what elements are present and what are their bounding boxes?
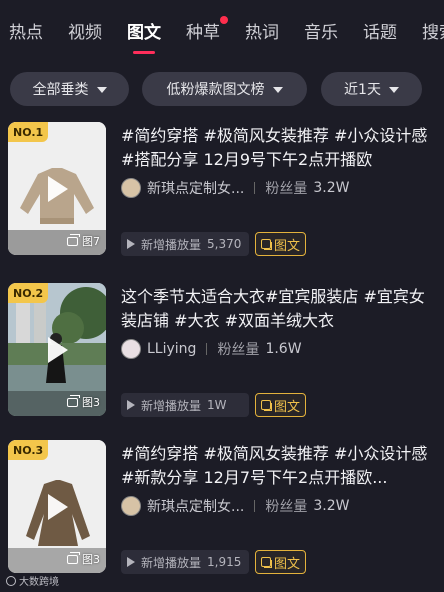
- rank-badge: NO.1: [8, 122, 49, 142]
- type-tag: 图文: [255, 232, 307, 256]
- period-filter-dropdown[interactable]: 近1天: [321, 72, 422, 106]
- avatar[interactable]: [121, 496, 141, 516]
- play-outline-icon: [127, 400, 135, 410]
- author-row: LLiying 粉丝量 1.6W: [121, 339, 302, 359]
- tab-grass[interactable]: 种草: [186, 16, 228, 48]
- divider: [206, 343, 208, 355]
- category-filter-dropdown[interactable]: 全部垂类: [10, 72, 129, 106]
- tab-hot[interactable]: 热点: [9, 18, 43, 48]
- plays-value: 5,370: [207, 237, 242, 251]
- type-tag-label: 图文: [274, 399, 301, 415]
- post-title[interactable]: 这个季节太适合大衣#宜宾服装店 #宜宾女装店铺 #大衣 #双面羊绒大衣: [121, 285, 435, 333]
- tab-music[interactable]: 音乐: [304, 18, 338, 48]
- tab-topic[interactable]: 话题: [363, 18, 397, 48]
- rank-badge: NO.3: [8, 440, 49, 460]
- active-tab-underline: [133, 51, 155, 54]
- watermark-logo-icon: [6, 575, 16, 586]
- post-title[interactable]: #简约穿搭 #极简风女装推荐 #小众设计感 #新款分享 12月7号下午2点开播欧…: [121, 442, 435, 490]
- image-text-icon: [261, 557, 272, 568]
- image-count: 图3: [67, 551, 100, 567]
- plays-label: 新增播放量: [141, 398, 202, 413]
- plays-stat: 新增播放量 5,370: [121, 232, 249, 256]
- play-icon: [48, 337, 68, 363]
- tab-image-text-label: 图文: [127, 23, 161, 43]
- list-item[interactable]: NO.1 图7 #简约穿搭 #极简风女装推荐 #小众设计感 #搭配分享 12月9…: [0, 122, 444, 278]
- image-count-label: 图7: [82, 235, 100, 248]
- category-filter-label: 全部垂类: [32, 82, 89, 98]
- divider: [254, 500, 256, 512]
- chevron-down-icon: [96, 87, 107, 93]
- plays-label: 新增播放量: [141, 555, 202, 570]
- list-filter-label: 低粉爆款图文榜: [166, 82, 265, 98]
- author-name[interactable]: LLiying: [147, 341, 196, 357]
- tab-video[interactable]: 视频: [68, 18, 102, 48]
- author-row: 新琪点定制女... 粉丝量 3.2W: [121, 178, 349, 198]
- image-count-label: 图3: [82, 553, 100, 566]
- stats-row: 新增播放量 1W 图文: [121, 393, 307, 417]
- chevron-down-icon: [272, 87, 283, 93]
- list-item[interactable]: NO.3 图3 #简约穿搭 #极简风女装推荐 #小众设计感 #新款分享 12月7…: [0, 440, 444, 592]
- play-icon: [48, 494, 68, 520]
- fans-label: 粉丝量: [265, 499, 308, 515]
- image-text-icon: [261, 400, 272, 411]
- play-icon: [48, 176, 68, 202]
- stats-row: 新增播放量 5,370 图文: [121, 232, 307, 256]
- type-tag-label: 图文: [274, 556, 301, 572]
- avatar[interactable]: [121, 339, 141, 359]
- plays-value: 1W: [207, 398, 227, 412]
- fans-label: 粉丝量: [265, 181, 308, 197]
- watermark-label: 大数跨境: [19, 577, 59, 588]
- gallery-icon: [67, 551, 80, 564]
- tab-search[interactable]: 搜索: [422, 18, 444, 48]
- period-filter-label: 近1天: [344, 82, 381, 98]
- chevron-down-icon: [388, 87, 399, 93]
- post-title[interactable]: #简约穿搭 #极简风女装推荐 #小众设计感 #搭配分享 12月9号下午2点开播欧: [121, 124, 435, 172]
- image-text-icon: [261, 239, 272, 250]
- image-count: 图3: [67, 394, 100, 410]
- author-row: 新琪点定制女... 粉丝量 3.2W: [121, 496, 349, 516]
- tab-grass-label: 种草: [186, 23, 220, 43]
- rank-badge: NO.2: [8, 283, 49, 303]
- divider: [254, 182, 256, 194]
- gallery-icon: [67, 394, 80, 407]
- fans-label: 粉丝量: [217, 342, 260, 358]
- type-tag: 图文: [255, 393, 307, 417]
- fans-count: 3.2W: [313, 498, 350, 514]
- fans-count: 3.2W: [313, 180, 350, 196]
- fans-count: 1.6W: [265, 341, 302, 357]
- type-tag-label: 图文: [274, 238, 301, 254]
- tab-hot-words[interactable]: 热词: [245, 18, 279, 48]
- play-outline-icon: [127, 557, 135, 567]
- plays-value: 1,915: [207, 555, 242, 569]
- post-thumbnail[interactable]: NO.2 图3: [8, 283, 106, 416]
- play-outline-icon: [127, 239, 135, 249]
- plays-label: 新增播放量: [141, 237, 202, 252]
- plays-stat: 新增播放量 1,915: [121, 550, 249, 574]
- tab-image-text[interactable]: 图文: [127, 18, 161, 54]
- author-name[interactable]: 新琪点定制女...: [147, 178, 244, 198]
- author-name[interactable]: 新琪点定制女...: [147, 496, 244, 516]
- image-count-label: 图3: [82, 396, 100, 409]
- watermark: 大数跨境: [6, 573, 59, 588]
- stats-row: 新增播放量 1,915 图文: [121, 550, 307, 574]
- list-filter-dropdown[interactable]: 低粉爆款图文榜: [142, 72, 307, 106]
- filter-bar: 全部垂类 低粉爆款图文榜 近1天: [0, 72, 444, 106]
- plays-stat: 新增播放量 1W: [121, 393, 249, 417]
- list-item[interactable]: NO.2 图3 这个季节太适合大衣#宜宾服装店 #宜宾女装店铺 #大衣 #双面羊…: [0, 283, 444, 439]
- gallery-icon: [67, 233, 80, 246]
- post-thumbnail[interactable]: NO.1 图7: [8, 122, 106, 255]
- image-count: 图7: [67, 233, 100, 249]
- post-thumbnail[interactable]: NO.3 图3: [8, 440, 106, 573]
- notification-dot: [220, 16, 228, 24]
- top-tab-bar: 热点 视频 图文 种草 热词 音乐 话题 搜索: [0, 0, 444, 56]
- avatar[interactable]: [121, 178, 141, 198]
- type-tag: 图文: [255, 550, 307, 574]
